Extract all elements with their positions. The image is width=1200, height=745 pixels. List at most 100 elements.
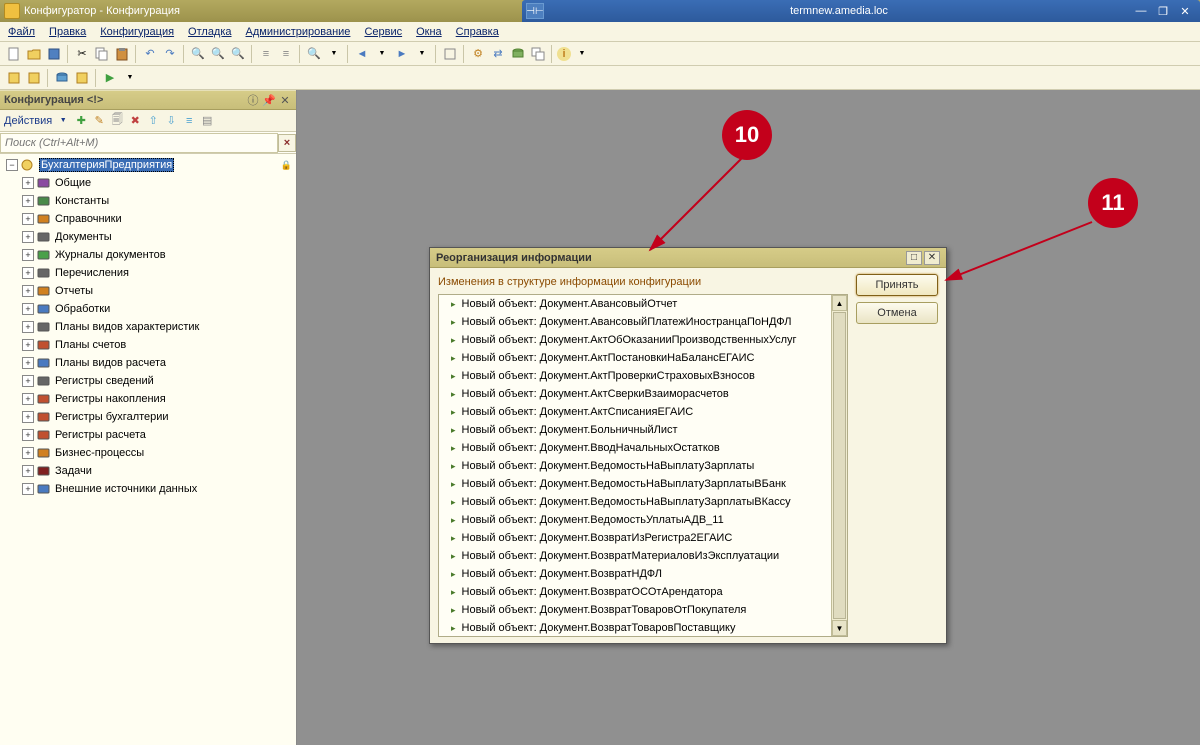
list-item[interactable]: ▸Новый объект: Документ.АктСверкиВзаимор… (439, 385, 831, 403)
windows-icon[interactable] (529, 45, 547, 63)
tree-root[interactable]: − БухгалтерияПредприятия 🔒 (0, 156, 296, 174)
list-item[interactable]: ▸Новый объект: Документ.ВедомостьНаВыпла… (439, 457, 831, 475)
redo-icon[interactable]: ↷ (161, 45, 179, 63)
dialog-maximize-button[interactable]: □ (906, 251, 922, 265)
undo-icon[interactable]: ↶ (141, 45, 159, 63)
edit-icon[interactable]: ✎ (91, 113, 107, 129)
tree-item[interactable]: +Регистры расчета (0, 426, 296, 444)
list-item[interactable]: ▸Новый объект: Документ.АвансовыйПлатежИ… (439, 313, 831, 331)
delete-icon[interactable]: ✖ (127, 113, 143, 129)
expand-icon[interactable]: + (22, 393, 34, 405)
menu-config[interactable]: Конфигурация (100, 26, 174, 38)
help-icon[interactable]: i (557, 47, 571, 61)
save-icon[interactable] (45, 45, 63, 63)
tree-item[interactable]: +Отчеты (0, 282, 296, 300)
tree-item[interactable]: +Журналы документов (0, 246, 296, 264)
panel-close-icon[interactable]: ✕ (278, 93, 292, 107)
scroll-thumb[interactable] (833, 312, 846, 619)
remote-restore-button[interactable]: ❐ (1152, 3, 1174, 19)
list-item[interactable]: ▸Новый объект: Документ.АктПостановкиНаБ… (439, 349, 831, 367)
list-item[interactable]: ▸Новый объект: Документ.ВозвратНДФЛ (439, 565, 831, 583)
dialog-scrollbar[interactable]: ▲ ▼ (831, 295, 847, 636)
tree-item[interactable]: +Планы видов расчета (0, 354, 296, 372)
tree-find-icon[interactable]: ▤ (199, 113, 215, 129)
expand-icon[interactable]: + (22, 465, 34, 477)
menu-service[interactable]: Сервис (364, 26, 402, 38)
list-item[interactable]: ▸Новый объект: Документ.ВозвратТоваровПо… (439, 619, 831, 636)
tree-item[interactable]: +Справочники (0, 210, 296, 228)
scroll-down-icon[interactable]: ▼ (832, 620, 847, 636)
tree-item[interactable]: +Задачи (0, 462, 296, 480)
cfg-run-dd-icon[interactable]: ▼ (121, 69, 139, 87)
expand-icon[interactable]: + (22, 195, 34, 207)
tree-item[interactable]: +Планы видов характеристик (0, 318, 296, 336)
list-item[interactable]: ▸Новый объект: Документ.АктСписанияЕГАИС (439, 403, 831, 421)
zoom-icon[interactable]: 🔍 (305, 45, 323, 63)
menu-windows[interactable]: Окна (416, 26, 442, 38)
tree-item[interactable]: +Перечисления (0, 264, 296, 282)
tree-item[interactable]: +Общие (0, 174, 296, 192)
tree-item[interactable]: +Обработки (0, 300, 296, 318)
cfg-db-icon[interactable] (53, 69, 71, 87)
list-item[interactable]: ▸Новый объект: Документ.ВедомостьНаВыпла… (439, 493, 831, 511)
list-item[interactable]: ▸Новый объект: Документ.БольничныйЛист (439, 421, 831, 439)
open-icon[interactable] (25, 45, 43, 63)
actions-dd-icon[interactable]: ▼ (55, 113, 71, 129)
new-icon[interactable] (5, 45, 23, 63)
cancel-button[interactable]: Отмена (856, 302, 938, 324)
cut-icon[interactable]: ✂ (73, 45, 91, 63)
tree-item[interactable]: +Константы (0, 192, 296, 210)
cfg-save-icon[interactable] (73, 69, 91, 87)
remote-pin-icon[interactable]: ⊣⊢ (526, 3, 544, 19)
menu-admin[interactable]: Администрирование (246, 26, 351, 38)
list-item[interactable]: ▸Новый объект: Документ.АвансовыйОтчет (439, 295, 831, 313)
menu-debug[interactable]: Отладка (188, 26, 231, 38)
remote-minimize-button[interactable]: — (1130, 3, 1152, 19)
expand-icon[interactable]: + (22, 357, 34, 369)
cfg-icon1[interactable] (5, 69, 23, 87)
expand-icon[interactable]: + (22, 303, 34, 315)
menu-help[interactable]: Справка (456, 26, 499, 38)
expand-icon[interactable]: + (22, 321, 34, 333)
expand-icon[interactable]: + (22, 375, 34, 387)
panel-pin-icon[interactable]: 📌 (262, 93, 276, 107)
help-dd-icon[interactable]: ▼ (573, 45, 591, 63)
list-item[interactable]: ▸Новый объект: Документ.ВозвратМатериало… (439, 547, 831, 565)
db-icon[interactable] (509, 45, 527, 63)
add-icon[interactable]: ✚ (73, 113, 89, 129)
list-item[interactable]: ▸Новый объект: Документ.АктОбОказанииПро… (439, 331, 831, 349)
expand-icon[interactable]: + (22, 249, 34, 261)
zoom-dd-icon[interactable]: ▼ (325, 45, 343, 63)
tree-item[interactable]: +Внешние источники данных (0, 480, 296, 498)
dialog-close-button[interactable]: ✕ (924, 251, 940, 265)
dialog-list[interactable]: ▸Новый объект: Документ.АвансовыйОтчет▸Н… (438, 294, 848, 637)
down-icon[interactable]: ⇩ (163, 113, 179, 129)
syntax-icon[interactable] (441, 45, 459, 63)
block-uncomment-icon[interactable]: ≡ (277, 45, 295, 63)
expand-icon[interactable]: + (22, 339, 34, 351)
cfg-icon2[interactable] (25, 69, 43, 87)
expand-icon[interactable]: + (22, 411, 34, 423)
tree-item[interactable]: +Регистры накопления (0, 390, 296, 408)
tree-item[interactable]: +Документы (0, 228, 296, 246)
expand-icon[interactable]: + (22, 429, 34, 441)
expand-icon[interactable]: + (22, 213, 34, 225)
panel-option-icon[interactable]: ⓘ (246, 93, 260, 107)
list-item[interactable]: ▸Новый объект: Документ.ВводНачальныхОст… (439, 439, 831, 457)
config-search-clear-icon[interactable]: × (278, 134, 296, 152)
tree-item[interactable]: +Бизнес-процессы (0, 444, 296, 462)
cfg-run-icon[interactable]: ▶ (101, 69, 119, 87)
list-item[interactable]: ▸Новый объект: Документ.ВозвратОСОтАренд… (439, 583, 831, 601)
sort-icon[interactable]: ≡ (181, 113, 197, 129)
findprev-icon[interactable]: 🔍 (209, 45, 227, 63)
copy-tree-icon[interactable]: 🗐 (109, 113, 125, 129)
paste-icon[interactable] (113, 45, 131, 63)
scroll-up-icon[interactable]: ▲ (832, 295, 847, 311)
up-icon[interactable]: ⇧ (145, 113, 161, 129)
remote-close-button[interactable]: ✕ (1174, 3, 1196, 19)
list-item[interactable]: ▸Новый объект: Документ.ВедомостьУплатыА… (439, 511, 831, 529)
back-icon[interactable]: ◄ (353, 45, 371, 63)
accept-button[interactable]: Принять (856, 274, 938, 296)
expand-icon[interactable]: − (6, 159, 18, 171)
expand-icon[interactable]: + (22, 483, 34, 495)
